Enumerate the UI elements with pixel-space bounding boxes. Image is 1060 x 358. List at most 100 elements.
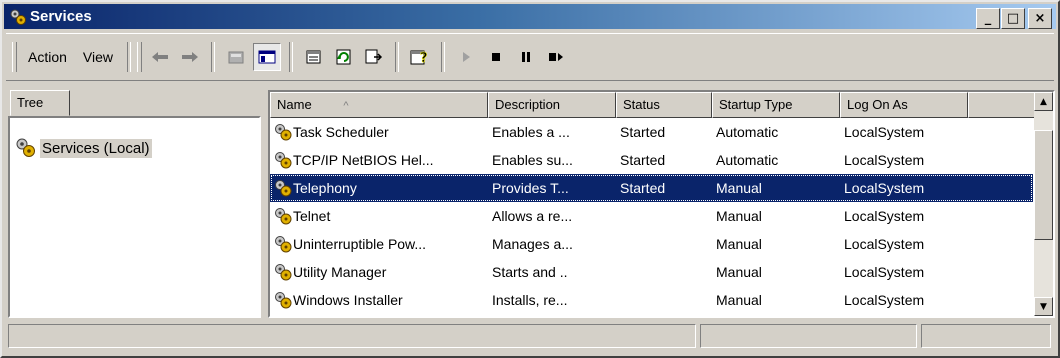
export-list-icon (365, 49, 383, 64)
scroll-down-button[interactable]: ▼ (1034, 297, 1053, 316)
action-menu[interactable]: Action (20, 49, 75, 65)
status-panel (921, 324, 1051, 348)
service-name: Telnet (270, 207, 488, 225)
toolbar: Action View ? (6, 33, 1054, 81)
service-gears-icon (275, 264, 292, 281)
scroll-thumb[interactable] (1034, 130, 1053, 240)
tree-item-services-local[interactable]: Services (Local) (16, 138, 152, 158)
close-icon: × (1034, 11, 1046, 26)
start-service-button[interactable] (453, 44, 479, 70)
toolbar-grip[interactable] (137, 42, 143, 72)
restart-icon (549, 53, 564, 61)
column-header-status[interactable]: Status (616, 92, 712, 118)
toolbar-separator (441, 42, 446, 72)
service-gears-icon (275, 152, 292, 169)
list-header: Name ^ Description Status Startup Type L… (270, 92, 1036, 118)
maximize-icon: □ (1006, 11, 1020, 26)
back-icon (152, 52, 169, 62)
column-header-label: Startup Type (719, 97, 793, 112)
help-button[interactable]: ? (407, 44, 433, 70)
status-panel (700, 324, 917, 348)
table-row[interactable]: Task Scheduler Enables a ... Started Automa… (270, 118, 1033, 146)
scroll-up-button[interactable]: ▲ (1034, 92, 1053, 111)
table-row[interactable]: Telephony Provides T... Started Manual Local… (270, 174, 1033, 202)
export-list-button[interactable] (361, 44, 387, 70)
forward-icon (182, 52, 199, 62)
service-startup-type: Manual (716, 236, 762, 252)
menu-grip[interactable] (12, 42, 17, 72)
service-name-label: Uninterruptible Pow... (293, 236, 427, 252)
service-status: Started (620, 152, 666, 168)
back-button[interactable] (147, 44, 173, 70)
stop-service-button[interactable] (483, 44, 509, 70)
title-bar[interactable]: Services _ □ × (4, 4, 1056, 29)
view-menu[interactable]: View (75, 49, 121, 65)
properties-button[interactable] (301, 44, 327, 70)
service-status: Started (620, 124, 666, 140)
service-name-label: TCP/IP NetBIOS Hel... (293, 152, 434, 168)
table-row[interactable]: TCP/IP NetBIOS Hel... Enables su... Starte… (270, 146, 1033, 174)
service-startup-type: Manual (716, 180, 762, 196)
properties-icon (306, 50, 321, 64)
restart-service-button[interactable] (543, 44, 569, 70)
toolbar-separator (211, 42, 216, 72)
service-name-label: Task Scheduler (293, 124, 389, 140)
service-status: Started (620, 180, 666, 196)
service-name: Task Scheduler (270, 123, 488, 141)
column-header-filler (968, 92, 1036, 118)
service-log-on-as: LocalSystem (844, 236, 925, 252)
table-row[interactable]: Uninterruptible Pow... Manages a... Manual… (270, 230, 1033, 258)
show-hide-tree-icon (258, 50, 276, 64)
status-panel (8, 324, 696, 348)
column-header-log-on-as[interactable]: Log On As (840, 92, 968, 118)
svg-text:?: ? (420, 51, 428, 66)
minimize-icon: _ (984, 11, 992, 26)
list-rows: Task Scheduler Enables a ... Started Automa… (270, 118, 1033, 314)
status-bar (8, 324, 1052, 348)
service-log-on-as: LocalSystem (844, 292, 925, 308)
services-gears-icon (16, 138, 35, 157)
service-startup-type: Manual (716, 208, 762, 224)
service-name: TCP/IP NetBIOS Hel... (270, 151, 488, 169)
table-row[interactable]: Utility Manager Starts and .. Manual LocalS… (270, 258, 1033, 286)
service-startup-type: Manual (716, 292, 762, 308)
service-description: Provides T... (492, 180, 569, 196)
toolbar-separator (289, 42, 294, 72)
service-description: Enables a ... (492, 124, 570, 140)
service-log-on-as: LocalSystem (844, 180, 925, 196)
service-description: Manages a... (492, 236, 573, 252)
forward-button[interactable] (177, 44, 203, 70)
refresh-button[interactable] (331, 44, 357, 70)
table-row[interactable]: Telnet Allows a re... Manual LocalSystem (270, 202, 1033, 230)
column-header-startup-type[interactable]: Startup Type (712, 92, 840, 118)
service-description: Starts and .. (492, 264, 568, 280)
service-gears-icon (275, 180, 292, 197)
vertical-scrollbar[interactable]: ▲ ▼ (1034, 92, 1053, 316)
service-log-on-as: LocalSystem (844, 152, 925, 168)
services-list: Name ^ Description Status Startup Type L… (268, 90, 1055, 318)
pause-service-button[interactable] (513, 44, 539, 70)
service-log-on-as: LocalSystem (844, 208, 925, 224)
column-header-description[interactable]: Description (488, 92, 616, 118)
service-gears-icon (275, 124, 292, 141)
maximize-button[interactable]: □ (1001, 8, 1025, 29)
help-icon: ? (410, 50, 428, 66)
up-button[interactable] (223, 44, 249, 70)
service-name: Windows Installer (270, 291, 488, 309)
close-button[interactable]: × (1028, 8, 1052, 29)
service-description: Allows a re... (492, 208, 573, 224)
arrow-up-icon: ▲ (1040, 96, 1047, 107)
play-icon (463, 52, 471, 62)
service-name-label: Windows Installer (293, 292, 403, 308)
table-row[interactable]: Windows Installer Installs, re... Manual Lo… (270, 286, 1033, 314)
tab-tree[interactable]: Tree (10, 90, 70, 116)
column-header-name[interactable]: Name ^ (270, 92, 488, 118)
service-startup-type: Manual (716, 264, 762, 280)
service-gears-icon (275, 208, 292, 225)
column-header-label: Name (277, 97, 312, 112)
service-startup-type: Automatic (716, 124, 779, 140)
service-log-on-as: LocalSystem (844, 264, 925, 280)
show-hide-tree-button[interactable] (253, 43, 282, 71)
minimize-button[interactable]: _ (976, 8, 1000, 29)
service-description: Installs, re... (492, 292, 568, 308)
